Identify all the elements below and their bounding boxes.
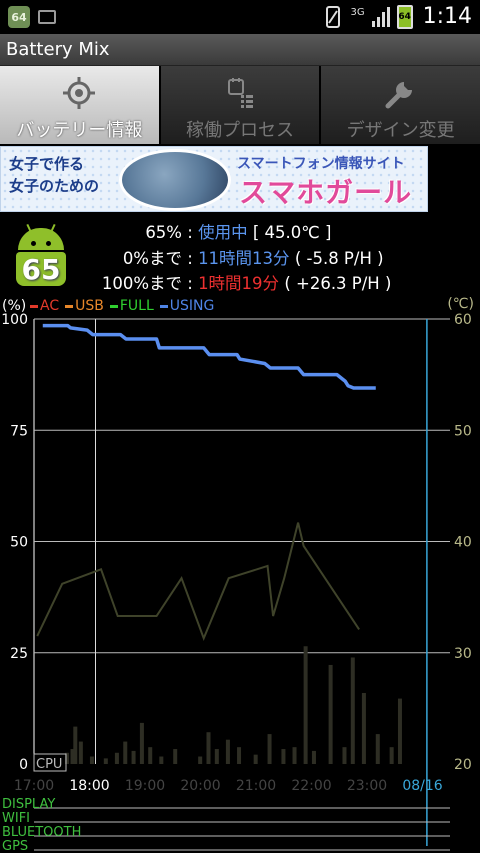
banner-tagline: 女子で作る 女子のための: [9, 155, 100, 195]
cpu-bar: [389, 747, 394, 764]
cpu-bar: [237, 747, 242, 764]
notification-badge-icon: 64: [8, 6, 30, 28]
banner-photo: [119, 149, 231, 211]
cpu-bar: [292, 747, 297, 764]
cpu-bar: [103, 758, 108, 764]
cpu-bar: [123, 741, 128, 764]
cpu-bar: [148, 747, 153, 764]
cpu-bar: [311, 750, 316, 764]
tab-bar: バッテリー情報 稼働プロセス デザイン変更: [0, 66, 480, 144]
y-tick-label: 0: [19, 757, 28, 773]
vibrate-icon: [326, 5, 341, 28]
y2-tick-label: 30: [454, 646, 472, 662]
cpu-bar: [303, 646, 308, 764]
y-tick-label: 50: [10, 535, 28, 551]
x-tick-label: 20:00: [180, 778, 220, 794]
time-to-full-row: 100%まで : 1時間19分 ( +26.3 P/H ): [101, 274, 392, 293]
tab-processes[interactable]: 稼働プロセス: [160, 66, 322, 144]
status-bar: 64 3G 64 1:14: [0, 0, 480, 34]
tab-label: 稼働プロセス: [186, 120, 294, 141]
series-using-line: [42, 323, 376, 390]
app-title-bar: Battery Mix: [0, 34, 480, 66]
track-label-bluetooth: BLUETOOTH: [2, 825, 81, 840]
wrench-icon: [385, 82, 412, 109]
x-tick-label: 18:00: [69, 778, 109, 794]
y2-tick-label: 60: [454, 312, 472, 328]
y-tick-label: 75: [10, 423, 28, 439]
cpu-bar: [267, 734, 272, 764]
track-label-wifi: WIFI: [2, 811, 30, 826]
y-tick-label: 25: [10, 646, 28, 662]
cpu-bar: [73, 726, 78, 764]
graph-canvas: 0 20 25 30 50 40 75 50 100 60 CPU 17:00 18:00 19:00 20…: [1, 312, 472, 853]
y2-tick-label: 20: [454, 757, 472, 773]
track-label-display: DISPLAY: [2, 797, 55, 812]
cpu-bar: [350, 657, 355, 764]
cpu-bar: [375, 734, 380, 764]
cpu-bar: [78, 741, 83, 764]
x-tick-label: 08/16: [402, 778, 442, 794]
y2-tick-label: 50: [454, 423, 472, 439]
cpu-bar: [328, 664, 333, 764]
cpu-bar: [253, 754, 258, 764]
battery-history-graph[interactable]: (%) AC USB FULL USING (℃) 0 20 25 30 50 40 75 5…: [0, 292, 480, 853]
x-tick-label: 19:00: [125, 778, 165, 794]
ad-banner[interactable]: 女子で作る 女子のための スマートフォン情報サイト スマホガール: [0, 146, 428, 212]
cpu-bar: [159, 756, 164, 764]
cpu-bar: [114, 752, 119, 764]
battery-icon: 64: [396, 4, 413, 29]
cpu-bar: [206, 732, 211, 764]
crosshair-icon: [63, 77, 96, 109]
tab-label: バッテリー情報: [16, 120, 143, 141]
x-tick-label: 23:00: [347, 778, 387, 794]
network-type: 3G: [350, 7, 365, 18]
cpu-bar: [361, 692, 366, 764]
tab-label: デザイン変更: [346, 120, 455, 141]
cpu-bar: [198, 756, 203, 764]
tab-design[interactable]: デザイン変更: [321, 66, 480, 144]
track-label-gps: GPS: [2, 839, 28, 853]
tab-battery-info[interactable]: バッテリー情報: [0, 66, 161, 144]
cpu-bar: [225, 739, 230, 764]
cpu-bar: [281, 749, 286, 764]
mail-icon: [38, 10, 56, 24]
x-tick-label: 22:00: [291, 778, 331, 794]
cpu-bar: [173, 749, 178, 764]
cpu-bar: [131, 750, 136, 764]
cpu-bar: [342, 747, 347, 764]
clock: 1:14: [422, 4, 472, 29]
cpu-bar: [139, 722, 144, 764]
x-tick-label: 21:00: [236, 778, 276, 794]
x-tick-label: 17:00: [14, 778, 54, 794]
banner-subtitle: スマートフォン情報サイト: [237, 156, 405, 172]
app-title: Battery Mix: [6, 39, 110, 60]
banner-logo: スマホガール: [239, 176, 413, 209]
series-temperature-line: [36, 522, 360, 642]
cpu-bar: [214, 749, 219, 764]
battery-status-row: 65% : 使用中 [ 45.0℃ ]: [145, 223, 332, 242]
y2-tick-label: 40: [454, 535, 472, 551]
time-to-empty-row: 0%まで : 11時間13分 ( -5.8 P/H ): [122, 249, 384, 268]
signal-icon: [371, 6, 390, 27]
cpu-label: CPU: [36, 757, 62, 772]
process-list-icon: [228, 78, 253, 108]
cpu-bar: [397, 698, 402, 764]
android-battery-icon: 65: [12, 223, 70, 286]
y-tick-label: 100: [1, 312, 28, 328]
cpu-bar: [89, 756, 94, 764]
battery-level: 65: [21, 252, 61, 286]
